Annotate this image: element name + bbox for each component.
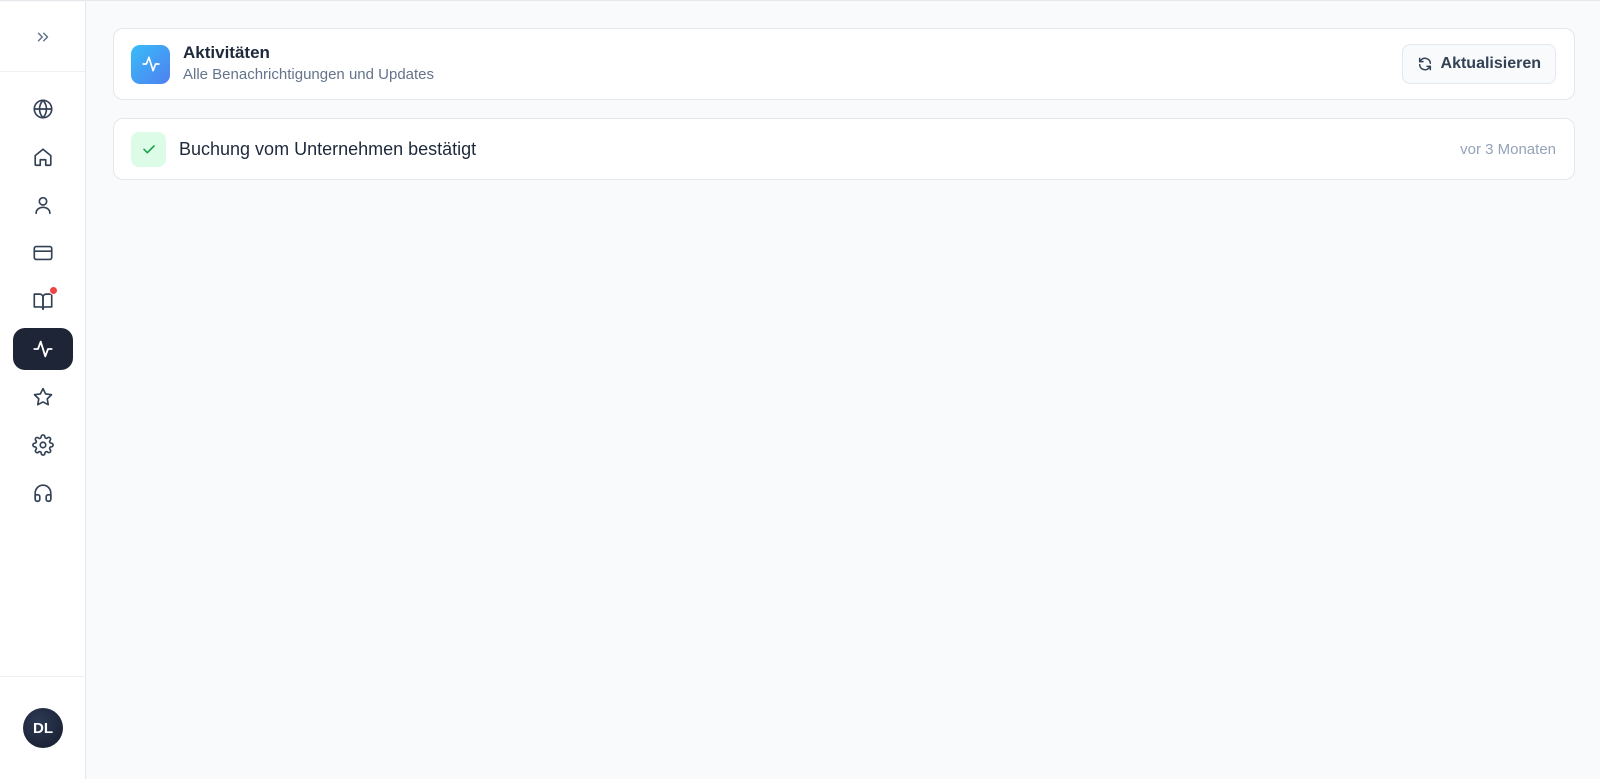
activity-timestamp: vor 3 Monaten [1460, 140, 1556, 158]
sidebar-item-globe[interactable] [13, 88, 73, 130]
list-item[interactable]: Buchung vom Unternehmen bestätigt vor 3 … [113, 118, 1575, 180]
page-header: Aktivitäten Alle Benachrichtigungen und … [113, 28, 1575, 100]
sidebar-item-settings[interactable] [13, 424, 73, 466]
refresh-button[interactable]: Aktualisieren [1401, 44, 1556, 84]
sidebar-item-home[interactable] [13, 136, 73, 178]
header-activity-badge [131, 44, 170, 84]
sidebar-footer: DL [0, 676, 86, 779]
activity-text: Buchung vom Unternehmen bestätigt [179, 138, 477, 159]
main-content: Aktivitäten Alle Benachrichtigungen und … [113, 28, 1575, 180]
header-text: Aktivitäten Alle Benachrichtigungen und … [183, 43, 434, 85]
sidebar-item-payments[interactable] [13, 232, 73, 274]
sidebar-item-profile[interactable] [13, 184, 73, 226]
sidebar-header [0, 2, 85, 72]
chevrons-right-icon [37, 32, 48, 41]
page-subtitle: Alle Benachrichtigungen und Updates [183, 66, 435, 83]
notification-dot [49, 286, 58, 295]
page-title: Aktivitäten [183, 43, 270, 62]
activity-list: Buchung vom Unternehmen bestätigt vor 3 … [113, 118, 1575, 180]
headphones-icon [34, 484, 52, 503]
refresh-icon [1418, 57, 1431, 71]
avatar[interactable]: DL [23, 708, 63, 748]
sidebar-item-bookings[interactable] [13, 280, 73, 322]
expand-sidebar-button[interactable] [23, 17, 63, 57]
globe-icon [33, 99, 53, 119]
credit-card-icon [33, 245, 53, 261]
sidebar-item-support[interactable] [13, 472, 73, 514]
success-badge [131, 131, 166, 167]
refresh-button-label: Aktualisieren [1440, 55, 1541, 72]
star-icon [33, 387, 53, 406]
sidebar-nav [0, 88, 86, 514]
home-icon [34, 148, 52, 167]
sidebar-item-favorites[interactable] [13, 376, 73, 418]
activity-icon [33, 340, 53, 358]
activity-icon [141, 56, 160, 72]
sidebar: DL [0, 2, 86, 779]
sidebar-item-activity[interactable] [13, 328, 73, 370]
user-icon [35, 196, 51, 215]
gear-icon [32, 434, 54, 456]
check-icon [142, 145, 155, 154]
